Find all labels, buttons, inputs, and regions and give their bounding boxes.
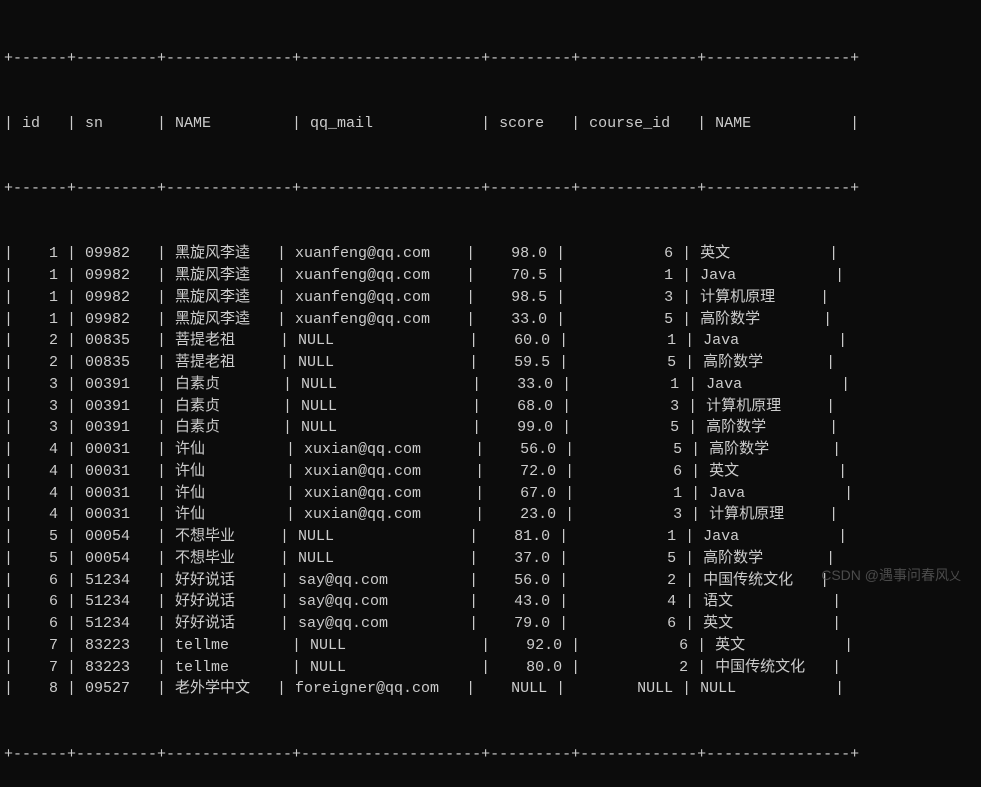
table-border-top: +------+---------+--------------+-------…: [4, 48, 977, 70]
watermark-text: CSDN @遇事问春风: [821, 567, 949, 583]
table-row: | 7 | 83223 | tellme | NULL | 92.0 | 6 |…: [4, 635, 977, 657]
table-row: | 4 | 00031 | 许仙 | xuxian@qq.com | 72.0 …: [4, 461, 977, 483]
table-header-row: | id | sn | NAME | qq_mail | score | cou…: [4, 113, 977, 135]
table-row: | 6 | 51234 | 好好说话 | say@qq.com | 43.0 |…: [4, 591, 977, 613]
table-row: | 4 | 00031 | 许仙 | xuxian@qq.com | 23.0 …: [4, 504, 977, 526]
table-body: | 1 | 09982 | 黑旋风李逵 | xuanfeng@qq.com | …: [4, 243, 977, 700]
table-row: | 8 | 09527 | 老外学中文 | foreigner@qq.com |…: [4, 678, 977, 700]
table-row: | 1 | 09982 | 黑旋风李逵 | xuanfeng@qq.com | …: [4, 309, 977, 331]
sql-result-table: +------+---------+--------------+-------…: [4, 4, 977, 787]
table-row: | 2 | 00835 | 菩提老祖 | NULL | 60.0 | 1 | J…: [4, 330, 977, 352]
table-row: | 6 | 51234 | 好好说话 | say@qq.com | 79.0 |…: [4, 613, 977, 635]
table-row: | 4 | 00031 | 许仙 | xuxian@qq.com | 67.0 …: [4, 483, 977, 505]
table-row: | 7 | 83223 | tellme | NULL | 80.0 | 2 |…: [4, 657, 977, 679]
table-row: | 4 | 00031 | 许仙 | xuxian@qq.com | 56.0 …: [4, 439, 977, 461]
watermark-icon: 乂: [949, 569, 961, 583]
table-row: | 1 | 09982 | 黑旋风李逵 | xuanfeng@qq.com | …: [4, 265, 977, 287]
table-row: | 3 | 00391 | 白素贞 | NULL | 33.0 | 1 | Ja…: [4, 374, 977, 396]
table-row: | 3 | 00391 | 白素贞 | NULL | 99.0 | 5 | 高阶…: [4, 417, 977, 439]
table-border-bottom: +------+---------+--------------+-------…: [4, 744, 977, 766]
table-row: | 3 | 00391 | 白素贞 | NULL | 68.0 | 3 | 计算…: [4, 396, 977, 418]
table-row: | 1 | 09982 | 黑旋风李逵 | xuanfeng@qq.com | …: [4, 243, 977, 265]
watermark: CSDN @遇事问春风乂: [821, 565, 961, 585]
table-row: | 2 | 00835 | 菩提老祖 | NULL | 59.5 | 5 | 高…: [4, 352, 977, 374]
table-row: | 5 | 00054 | 不想毕业 | NULL | 81.0 | 1 | J…: [4, 526, 977, 548]
table-border-mid: +------+---------+--------------+-------…: [4, 178, 977, 200]
table-row: | 1 | 09982 | 黑旋风李逵 | xuanfeng@qq.com | …: [4, 287, 977, 309]
